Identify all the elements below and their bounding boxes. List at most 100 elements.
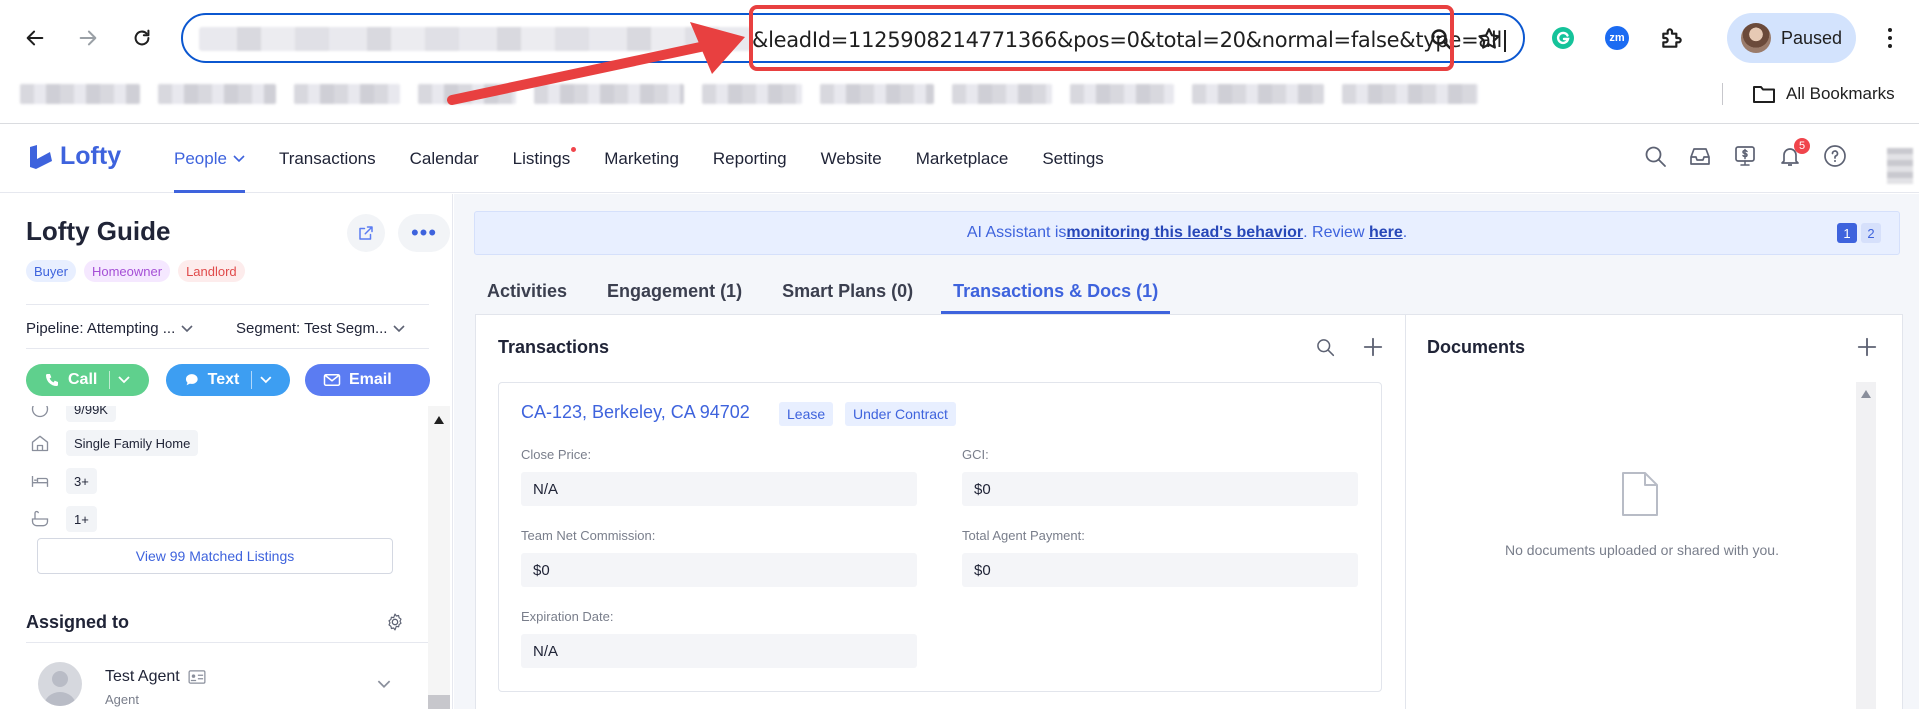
call-button[interactable]: Call xyxy=(26,364,149,396)
user-avatar-blurred[interactable] xyxy=(1887,148,1913,184)
zoom-extension-icon[interactable]: zm xyxy=(1605,26,1629,50)
transaction-address-link[interactable]: CA-123, Berkeley, CA 94702 xyxy=(521,402,750,423)
expiration-date-label: Expiration Date: xyxy=(521,609,614,624)
email-label: Email xyxy=(349,371,392,388)
app-header: Lofty People Transactions Calendar Listi… xyxy=(0,124,1919,193)
chevron-down-icon[interactable] xyxy=(377,680,391,689)
person-icon xyxy=(44,671,76,706)
agent-name-row: Test Agent xyxy=(105,668,206,686)
bookmarks-divider xyxy=(1722,83,1723,105)
more-options-button[interactable]: ••• xyxy=(398,214,450,252)
tab-smart-plans[interactable]: Smart Plans (0) xyxy=(770,268,925,314)
tab-transactions-docs[interactable]: Transactions & Docs (1) xyxy=(941,268,1171,314)
help-icon[interactable] xyxy=(1823,144,1847,168)
lease-badge: Lease xyxy=(779,402,834,426)
nav-marketing-label: Marketing xyxy=(604,148,679,168)
nav-calendar[interactable]: Calendar xyxy=(410,124,479,193)
nav-listings[interactable]: Listings xyxy=(513,124,577,193)
nav-website-label: Website xyxy=(820,148,882,168)
expiration-date-value: N/A xyxy=(521,634,917,668)
profile-button[interactable]: Paused xyxy=(1727,13,1856,63)
text-button[interactable]: Text xyxy=(166,364,290,396)
tag-landlord[interactable]: Landlord xyxy=(178,260,245,282)
pager-page-1[interactable]: 1 xyxy=(1837,223,1857,243)
nav-settings[interactable]: Settings xyxy=(1042,124,1103,193)
ai-banner-prefix: AI Assistant is xyxy=(966,224,1067,241)
arrow-right-icon xyxy=(79,30,97,46)
baths-row: 1+ xyxy=(30,506,97,532)
monitoring-link[interactable]: monitoring this lead's behavior xyxy=(1066,224,1303,242)
lofty-logo-icon xyxy=(30,144,52,169)
nav-people[interactable]: People xyxy=(174,124,245,193)
chevron-down-icon xyxy=(181,324,193,332)
grammarly-extension-icon[interactable] xyxy=(1551,26,1575,50)
add-transaction-icon[interactable] xyxy=(1362,336,1384,358)
team-net-commission-value: $0 xyxy=(521,553,917,587)
pager-page-2[interactable]: 2 xyxy=(1861,223,1881,243)
bookmarks-bar-blurred xyxy=(20,84,1478,106)
arrow-left-icon xyxy=(26,30,44,46)
clock-icon xyxy=(31,406,49,418)
segment-select[interactable]: Segment: Test Segm... xyxy=(236,320,406,337)
reload-icon xyxy=(134,29,150,46)
close-price-label: Close Price: xyxy=(521,447,592,462)
team-net-commission-label: Team Net Commission: xyxy=(521,528,656,543)
chevron-down-icon xyxy=(260,376,272,384)
nav-website[interactable]: Website xyxy=(821,124,882,193)
lofty-logo[interactable]: Lofty xyxy=(28,142,121,171)
all-bookmarks-button[interactable]: All Bookmarks xyxy=(1752,80,1895,108)
search-icon[interactable] xyxy=(1315,337,1335,357)
star-icon[interactable] xyxy=(1476,26,1502,52)
pipeline-select[interactable]: Pipeline: Attempting ... xyxy=(26,320,193,337)
header-icons: 5 xyxy=(1643,138,1847,168)
inbox-icon[interactable] xyxy=(1688,144,1712,168)
transactions-heading: Transactions xyxy=(498,337,610,357)
gear-icon[interactable] xyxy=(385,612,405,632)
documents-empty-message: No documents uploaded or shared with you… xyxy=(1505,542,1779,558)
nav-transactions[interactable]: Transactions xyxy=(279,124,376,193)
search-icon[interactable] xyxy=(1643,144,1667,168)
review-here-link[interactable]: here xyxy=(1369,224,1403,242)
lead-name: Lofty Guide xyxy=(26,216,171,246)
nav-people-label: People xyxy=(174,148,227,168)
reload-button[interactable] xyxy=(126,22,158,54)
nav-marketplace[interactable]: Marketplace xyxy=(916,124,1009,193)
documents-scrollbar[interactable] xyxy=(1856,382,1876,709)
dollar-display-icon[interactable] xyxy=(1733,144,1757,168)
forward-button[interactable] xyxy=(72,22,104,54)
pipeline-label: Pipeline: Attempting ... xyxy=(26,320,176,337)
add-document-icon[interactable] xyxy=(1856,336,1878,358)
nav-calendar-label: Calendar xyxy=(409,148,479,168)
scroll-up-icon[interactable] xyxy=(434,416,444,424)
nav-marketplace-label: Marketplace xyxy=(915,148,1009,168)
puzzle-extensions-icon[interactable] xyxy=(1659,25,1685,51)
nav-reporting-label: Reporting xyxy=(712,148,787,168)
back-button[interactable] xyxy=(19,22,51,54)
nav-reporting[interactable]: Reporting xyxy=(713,124,787,193)
total-agent-payment-label: Total Agent Payment: xyxy=(962,528,1085,543)
new-indicator-dot xyxy=(571,147,577,152)
divider xyxy=(26,348,429,349)
notifications-button[interactable]: 5 xyxy=(1778,138,1810,168)
scroll-up-icon[interactable] xyxy=(1861,390,1871,398)
ai-banner-pager: 1 2 xyxy=(1837,223,1881,243)
blurred-url-prefix xyxy=(199,27,751,51)
nav-marketing[interactable]: Marketing xyxy=(604,124,679,193)
browser-chrome: &leadId=1125908214771366&pos=0&total=20&… xyxy=(0,0,1919,124)
phone-icon xyxy=(46,374,58,386)
tab-activities[interactable]: Activities xyxy=(475,268,579,314)
view-matched-listings-button[interactable]: View 99 Matched Listings xyxy=(37,538,393,574)
browser-menu-icon[interactable] xyxy=(1880,24,1900,52)
tag-buyer[interactable]: Buyer xyxy=(26,260,76,282)
scrollbar-thumb[interactable] xyxy=(428,695,450,709)
chevron-down-icon xyxy=(118,376,130,384)
assigned-to-heading: Assigned to xyxy=(26,612,130,632)
tag-homeowner[interactable]: Homeowner xyxy=(83,260,171,282)
annotation-highlight-box xyxy=(749,5,1454,71)
sidebar-scrollbar[interactable] xyxy=(428,406,450,709)
property-type-row: Single Family Home xyxy=(30,430,199,456)
tab-engagement[interactable]: Engagement (1) xyxy=(595,268,754,314)
property-row-partial: 9/99K xyxy=(30,406,116,422)
share-button[interactable] xyxy=(347,214,385,252)
email-button[interactable]: Email xyxy=(305,364,430,396)
